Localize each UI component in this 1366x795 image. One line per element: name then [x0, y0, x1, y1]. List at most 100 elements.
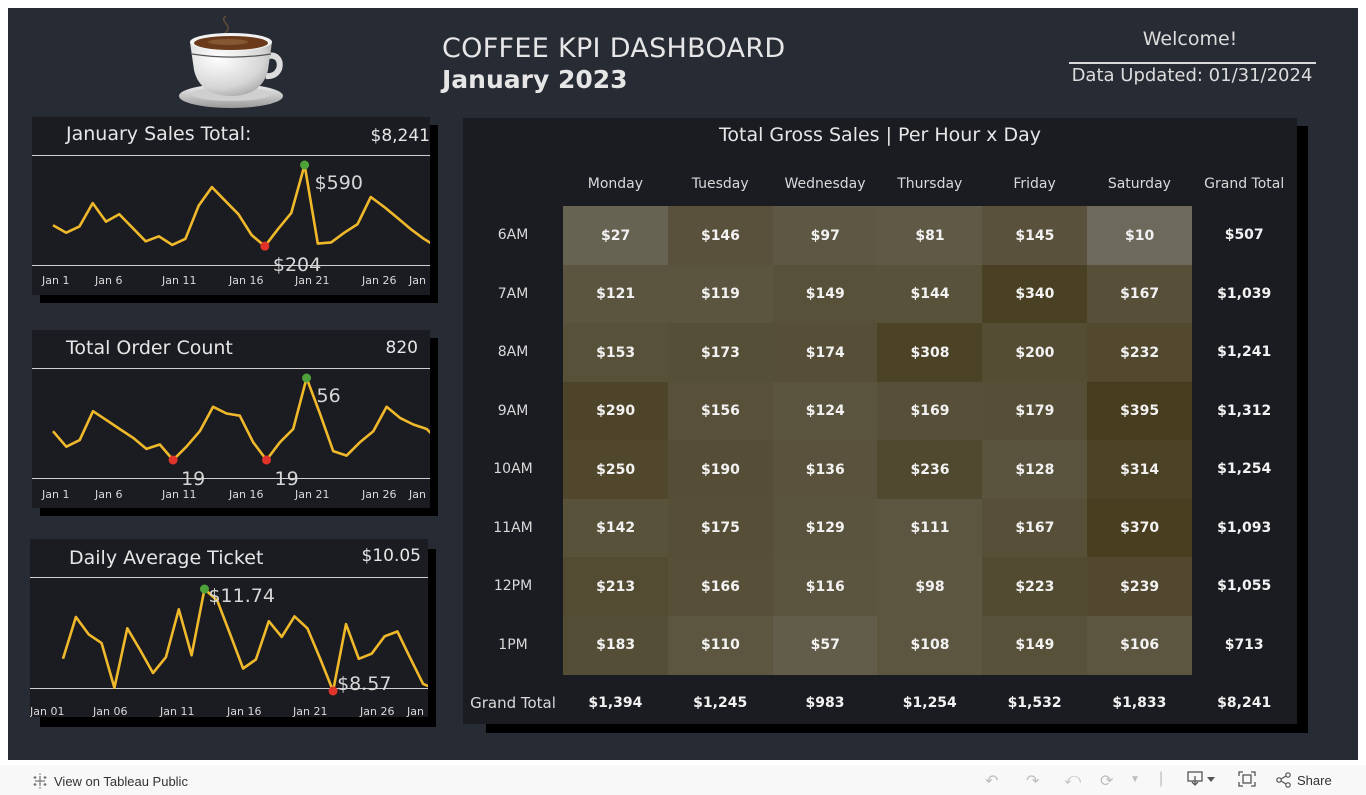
- heatmap-cell[interactable]: $121: [563, 264, 669, 324]
- heatmap-cell[interactable]: $81: [877, 206, 983, 265]
- x-tick-label: Jan 1: [41, 488, 69, 501]
- heatmap-cell[interactable]: $145: [982, 206, 1088, 265]
- heatmap-cell[interactable]: $183: [563, 615, 669, 675]
- heatmap-cell[interactable]: $128: [982, 440, 1088, 499]
- column-header: Monday: [587, 176, 644, 192]
- heatmap-cell[interactable]: $395: [1087, 381, 1193, 441]
- heatmap-cell[interactable]: $124: [772, 381, 878, 441]
- x-tick-label: Jan 11: [161, 488, 196, 501]
- heatmap-cell[interactable]: $250: [563, 440, 669, 499]
- view-on-tableau-label: View on Tableau Public: [54, 773, 188, 789]
- row-total: $1,241: [1217, 344, 1272, 361]
- row-total: $1,055: [1217, 578, 1272, 595]
- share-button[interactable]: Share: [1276, 772, 1332, 788]
- dashboard-title: COFFEE KPI DASHBOARD: [442, 33, 786, 64]
- heatmap-cell[interactable]: $57: [772, 615, 878, 675]
- heatmap-cell[interactable]: $108: [877, 615, 983, 675]
- heatmap-cell[interactable]: $156: [667, 381, 774, 441]
- view-on-tableau-link[interactable]: View on Tableau Public: [32, 773, 188, 789]
- heatmap-panel[interactable]: Total Gross Sales | Per Hour x Day Monda…: [463, 118, 1297, 724]
- heatmap-cell[interactable]: $149: [772, 264, 878, 324]
- column-header: Wednesday: [784, 176, 866, 192]
- row-header: 9AM: [497, 402, 529, 419]
- sales-line-chart: $590 $204 Jan 1 Jan 6 Jan 11 Jan 16 Jan 21 Jan …: [41, 160, 430, 287]
- max-label: $590: [315, 172, 363, 194]
- heatmap-cell[interactable]: $314: [1087, 440, 1193, 499]
- min-marker[interactable]: [260, 241, 270, 251]
- heatmap-cell[interactable]: $129: [772, 498, 878, 558]
- max-marker[interactable]: [302, 373, 312, 383]
- heatmap-cell[interactable]: $119: [667, 264, 774, 324]
- heatmap-cell[interactable]: $116: [772, 557, 878, 616]
- heatmap-cell[interactable]: $370: [1087, 498, 1193, 558]
- revert-icon[interactable]: ⤺: [1064, 771, 1081, 789]
- row-header: 1PM: [498, 636, 528, 653]
- heatmap-cell[interactable]: $340: [982, 264, 1088, 324]
- min-marker[interactable]: [168, 455, 178, 465]
- min-label: 19: [181, 468, 205, 490]
- ticket-kpi-panel[interactable]: Daily Average Ticket $10.05 $11.74 $8.57 J…: [30, 539, 428, 717]
- heatmap-cell[interactable]: $27: [563, 206, 669, 265]
- undo-icon[interactable]: ↶: [985, 771, 998, 791]
- row-header-grand-total: Grand Total: [470, 694, 556, 712]
- column-total: $1,245: [693, 695, 748, 712]
- refresh-icon[interactable]: ⟳: [1100, 771, 1113, 791]
- share-label: Share: [1297, 772, 1332, 788]
- max-marker[interactable]: [300, 160, 310, 170]
- data-updated-text: Data Updated: 01/31/2024: [1071, 65, 1313, 86]
- min-marker[interactable]: [262, 455, 272, 465]
- heatmap-cell[interactable]: $200: [982, 323, 1088, 382]
- coffee-cup-icon: [179, 15, 283, 108]
- column-total: $1,833: [1112, 695, 1167, 712]
- heatmap-cell[interactable]: $190: [667, 440, 774, 499]
- heatmap-cell[interactable]: $169: [877, 381, 983, 441]
- heatmap-cell[interactable]: $110: [667, 615, 774, 675]
- welcome-text: Welcome!: [1142, 28, 1238, 50]
- heatmap-cell[interactable]: $149: [982, 615, 1088, 675]
- x-tick-label: Jan 21: [294, 274, 329, 287]
- heatmap-cell[interactable]: $223: [982, 557, 1088, 616]
- heatmap-cell[interactable]: $213: [563, 557, 669, 616]
- sales-kpi-panel[interactable]: January Sales Total: $8,241 $590 $204 Jan …: [32, 117, 430, 295]
- heatmap-cell[interactable]: $146: [667, 206, 774, 265]
- dropdown-icon[interactable]: ▼: [1130, 774, 1140, 785]
- heatmap-cell[interactable]: $144: [877, 264, 983, 324]
- download-icon[interactable]: [1187, 771, 1217, 792]
- heatmap-cell[interactable]: $10: [1087, 206, 1193, 265]
- orders-kpi-panel[interactable]: Total Order Count 820 56 19 19 Jan 1 Jan 6 Ja…: [32, 330, 430, 508]
- x-tick-label: Jan 21: [292, 705, 327, 717]
- heatmap-cell[interactable]: $173: [667, 323, 774, 382]
- x-tick-label: Jan 11: [161, 274, 196, 287]
- fullscreen-icon[interactable]: [1238, 771, 1256, 792]
- row-header: 7AM: [497, 285, 529, 302]
- x-tick-label: Jan 6: [94, 488, 122, 501]
- heatmap-cell[interactable]: $175: [667, 498, 774, 558]
- max-label: $11.74: [208, 585, 274, 607]
- heatmap-cell[interactable]: $239: [1087, 557, 1193, 616]
- heatmap-cell[interactable]: $179: [982, 381, 1088, 441]
- heatmap-cell[interactable]: $232: [1087, 323, 1193, 382]
- trend-line: [52, 163, 430, 248]
- x-tick-label: Jan 06: [92, 705, 127, 717]
- heatmap-cell[interactable]: $106: [1087, 615, 1193, 675]
- heatmap-cell[interactable]: $236: [877, 440, 983, 499]
- heatmap-cell[interactable]: $153: [563, 323, 669, 382]
- heatmap-cell[interactable]: $111: [877, 498, 983, 558]
- heatmap-cell[interactable]: $166: [667, 557, 774, 616]
- orders-line-chart: 56 19 19 Jan 1 Jan 6 Jan 11 Jan 16 Jan 21 Jan 26…: [41, 373, 430, 501]
- heatmap-cell[interactable]: $98: [877, 557, 983, 616]
- heatmap-cell[interactable]: $142: [563, 498, 669, 558]
- welcome-divider: [1069, 62, 1316, 64]
- column-total: $983: [805, 695, 845, 712]
- heatmap-cell[interactable]: $308: [877, 323, 983, 382]
- heatmap-cell[interactable]: $136: [772, 440, 878, 499]
- heatmap-cell[interactable]: $167: [1087, 264, 1193, 324]
- heatmap-cell[interactable]: $167: [982, 498, 1088, 558]
- redo-icon[interactable]: ↷: [1026, 771, 1039, 791]
- heatmap-cell[interactable]: $290: [563, 381, 669, 441]
- heatmap-cell[interactable]: $174: [772, 323, 878, 382]
- tableau-logo-icon: [33, 773, 47, 789]
- row-total: $1,093: [1217, 519, 1272, 536]
- row-header: 12PM: [493, 578, 533, 594]
- heatmap-cell[interactable]: $97: [772, 206, 878, 265]
